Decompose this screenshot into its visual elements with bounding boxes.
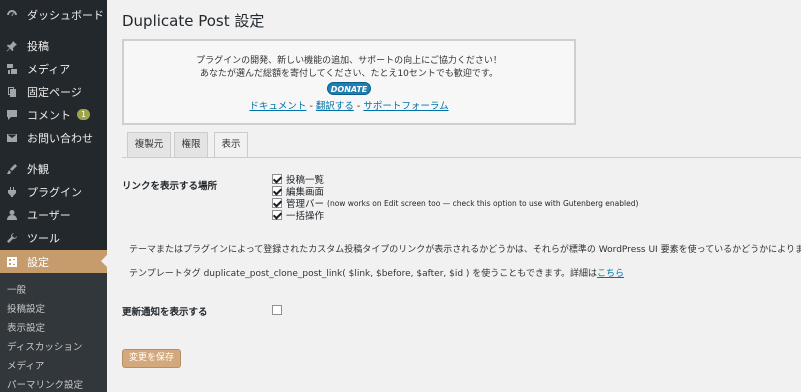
link-separator: - xyxy=(353,101,364,112)
option-bulk-actions[interactable]: 一括操作 xyxy=(272,209,325,222)
sidebar-item-tools[interactable]: ツール xyxy=(0,226,107,249)
sidebar-item-settings[interactable]: 設定 xyxy=(0,250,107,273)
sidebar-item-contact[interactable]: お問い合わせ xyxy=(0,126,107,149)
pin-icon xyxy=(6,40,18,52)
donate-message-line2: あなたが選んだ総額を寄付してください、たとえ10セントでも歓迎です。 xyxy=(199,69,498,79)
page-icon xyxy=(6,86,18,98)
sidebar-item-label: ツール xyxy=(27,231,60,245)
settings-submenu: 一般 投稿設定 表示設定 ディスカッション メディア パーマリンク設定 xyxy=(0,273,107,392)
submenu-item-discussion[interactable]: ディスカッション xyxy=(7,339,82,353)
comment-count-badge: 1 xyxy=(77,109,91,120)
checkbox[interactable] xyxy=(272,198,282,208)
donate-box: プラグインの開発、新しい機能の追加、サポートの向上にご協力ください！ あなたが選… xyxy=(122,39,576,125)
tab-divider xyxy=(122,157,801,158)
support-forum-link[interactable]: サポートフォーラム xyxy=(363,101,448,112)
tab-permissions[interactable]: 権限 xyxy=(174,132,208,157)
option-admin-bar[interactable]: 管理バー (now works on Edit screen too — che… xyxy=(272,197,639,210)
admin-sidebar: ダッシュボード 投稿 メディア 固定ページ コメント 1 お問い合わせ 外観 プ… xyxy=(0,0,107,392)
link-separator: - xyxy=(306,101,316,112)
tab-display[interactable]: 表示 xyxy=(214,132,248,158)
appearance-icon xyxy=(6,163,18,175)
mail-icon xyxy=(6,132,18,144)
submenu-item-media[interactable]: メディア xyxy=(7,358,44,372)
sidebar-item-pages[interactable]: 固定ページ xyxy=(0,80,107,103)
user-icon xyxy=(6,209,18,221)
sidebar-item-posts[interactable]: 投稿 xyxy=(0,34,107,57)
sidebar-item-label: コメント xyxy=(27,108,71,122)
custom-post-type-note: テーマまたはプラグインによって登録されたカスタム投稿タイプのリンクが表示されるか… xyxy=(129,245,801,255)
plugin-icon xyxy=(6,186,18,198)
donate-links: ドキュメント - 翻訳する - サポートフォーラム xyxy=(124,98,574,112)
sidebar-item-label: 固定ページ xyxy=(27,85,82,99)
sidebar-item-label: 外観 xyxy=(27,162,49,176)
show-links-label: リンクを表示する場所 xyxy=(122,181,218,192)
wrench-icon xyxy=(6,232,18,244)
submenu-item-general[interactable]: 一般 xyxy=(7,282,26,296)
details-link[interactable]: こちら xyxy=(597,269,624,279)
option-note: (now works on Edit screen too — check th… xyxy=(327,198,639,208)
translate-link[interactable]: 翻訳する xyxy=(316,101,354,112)
sidebar-item-dashboard[interactable]: ダッシュボード xyxy=(0,3,107,26)
sidebar-item-media[interactable]: メディア xyxy=(0,57,107,80)
sidebar-item-label: 設定 xyxy=(27,255,49,269)
page-title: Duplicate Post 設定 xyxy=(122,12,265,30)
submenu-item-reading[interactable]: 表示設定 xyxy=(7,320,45,334)
main-content: Duplicate Post 設定 プラグインの開発、新しい機能の追加、サポート… xyxy=(107,0,801,392)
save-changes-button[interactable]: 変更を保存 xyxy=(122,349,181,368)
submenu-item-permalinks[interactable]: パーマリンク設定 xyxy=(7,377,83,391)
template-tag-note: テンプレートタグ duplicate_post_clone_post_link(… xyxy=(129,269,625,279)
sidebar-item-label: ユーザー xyxy=(27,208,71,222)
comment-icon xyxy=(6,109,18,121)
tab-original[interactable]: 複製元 xyxy=(127,132,171,157)
option-label: 一括操作 xyxy=(286,211,325,222)
sidebar-item-label: ダッシュボード xyxy=(27,8,104,22)
media-icon xyxy=(6,63,18,75)
documentation-link[interactable]: ドキュメント xyxy=(249,101,306,112)
sidebar-item-plugins[interactable]: プラグイン xyxy=(0,180,107,203)
sidebar-item-appearance[interactable]: 外観 xyxy=(0,157,107,180)
sidebar-item-users[interactable]: ユーザー xyxy=(0,203,107,226)
update-notice-label: 更新通知を表示する xyxy=(122,307,208,318)
checkbox[interactable] xyxy=(272,210,282,220)
checkbox[interactable] xyxy=(272,174,282,184)
donate-button[interactable]: DONATE xyxy=(327,82,371,95)
sidebar-item-label: メディア xyxy=(27,62,71,76)
donate-message-line1: プラグインの開発、新しい機能の追加、サポートの向上にご協力ください！ xyxy=(196,56,502,66)
submenu-item-writing[interactable]: 投稿設定 xyxy=(7,301,45,315)
settings-icon xyxy=(6,256,18,268)
sidebar-item-label: 投稿 xyxy=(27,39,49,53)
update-notice-checkbox[interactable] xyxy=(272,305,282,315)
sidebar-item-label: お問い合わせ xyxy=(27,131,93,145)
sidebar-item-comments[interactable]: コメント 1 xyxy=(0,103,107,126)
sidebar-item-label: プラグイン xyxy=(27,185,82,199)
checkbox[interactable] xyxy=(272,186,282,196)
dashboard-icon xyxy=(6,9,18,21)
